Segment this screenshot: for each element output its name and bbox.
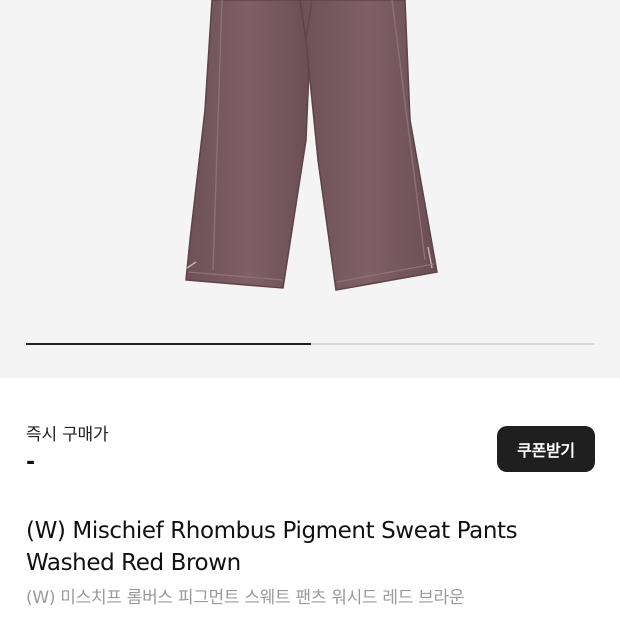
pants-image xyxy=(185,0,438,291)
instant-price-value: - xyxy=(26,450,36,475)
coupon-button[interactable]: 쿠폰받기 xyxy=(497,426,595,472)
product-title-line1: (W) Mischief Rhombus Pigment Sweat Pants xyxy=(26,518,518,544)
product-subtitle-korean: (W) 미스치프 롬버스 피그먼트 스웨트 팬츠 워시드 레드 브라운 xyxy=(26,588,465,608)
carousel-progress-fill xyxy=(26,343,311,345)
instant-price-label: 즉시 구매가 xyxy=(26,425,109,445)
product-image-area[interactable] xyxy=(0,0,620,378)
product-title-line2: Washed Red Brown xyxy=(26,550,241,576)
product-title: (W) Mischief Rhombus Pigment Sweat Pants… xyxy=(26,515,596,579)
carousel-progress-bar xyxy=(26,343,595,345)
